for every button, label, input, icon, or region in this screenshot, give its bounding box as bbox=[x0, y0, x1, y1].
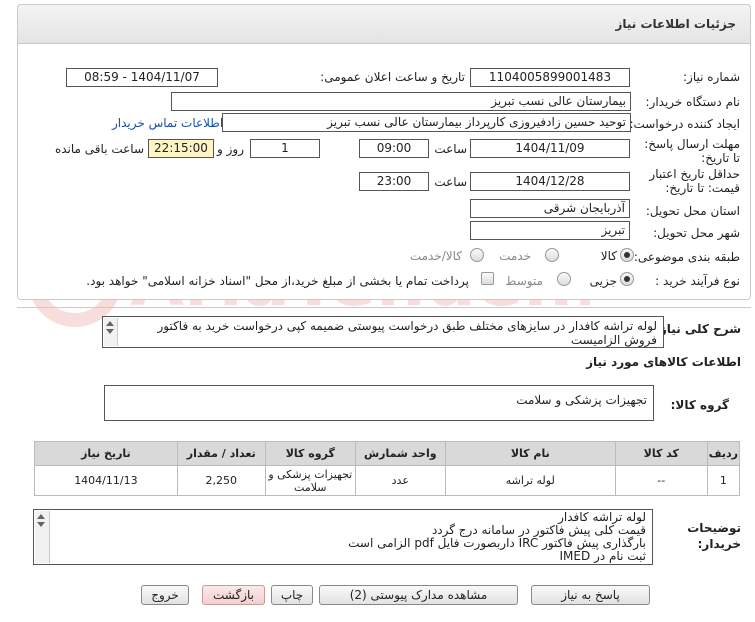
buyer-notes-textarea[interactable]: لوله تراشه کافدار قیمت کلی پیش فاکتور در… bbox=[33, 509, 653, 565]
col-header-need-date: تاریخ نیاز bbox=[34, 441, 178, 466]
goods-group-field: تجهیزات پزشکی و سلامت bbox=[104, 385, 654, 421]
cell-quantity: 2,250 bbox=[176, 465, 266, 496]
process-radio-minor[interactable] bbox=[620, 272, 634, 286]
col-header-row-number: ردیف bbox=[706, 441, 741, 466]
col-header-item-code: کد کالا bbox=[614, 441, 708, 466]
validity-label: حداقل تاریخ اعتبار قیمت: تا تاریخ: bbox=[649, 167, 740, 195]
validity-date-field: 1404/12/28 bbox=[470, 172, 630, 191]
goods-group-value: تجهیزات پزشکی و سلامت bbox=[516, 393, 647, 407]
province-label: استان محل تحویل: bbox=[645, 204, 740, 218]
treasury-payment-note: پرداخت تمام یا بخشی از مبلغ خرید،از محل … bbox=[86, 274, 469, 288]
buyer-contact-link[interactable]: اطلاعات تماس خریدار bbox=[112, 116, 223, 130]
view-attachments-button[interactable]: مشاهده مدارک پیوستی (2) bbox=[319, 585, 518, 605]
days-field: 1 bbox=[250, 139, 320, 158]
goods-section-title: اطلاعات کالاهای مورد نیاز bbox=[586, 355, 741, 369]
validity-time-label: ساعت bbox=[434, 175, 467, 189]
reply-to-need-button[interactable]: پاسخ به نیاز bbox=[531, 585, 650, 605]
deadline-time-label: ساعت bbox=[434, 142, 467, 156]
treasury-payment-checkbox[interactable] bbox=[481, 272, 494, 285]
description-textarea[interactable]: لوله تراشه کافدار در سایزهای مختلف طبق د… bbox=[102, 316, 664, 348]
buyer-note-line: ثبت نام در IMED bbox=[559, 549, 646, 563]
col-header-unit: واحد شمارش bbox=[354, 441, 446, 466]
scroll-down-icon[interactable] bbox=[106, 329, 114, 334]
buyer-notes-scrollbar[interactable] bbox=[35, 511, 50, 563]
cell-item-name: لوله تراشه bbox=[444, 465, 616, 496]
city-label: شهر محل تحویل: bbox=[653, 226, 740, 240]
category-radio-goods-service[interactable] bbox=[470, 248, 484, 262]
goods-table: ردیف کد کالا نام کالا واحد شمارش گروه کا… bbox=[34, 441, 741, 496]
scroll-down-icon[interactable] bbox=[37, 522, 45, 527]
description-text: لوله تراشه کافدار در سایزهای مختلف طبق د… bbox=[157, 319, 657, 347]
print-button[interactable]: چاپ bbox=[271, 585, 313, 605]
remaining-label: ساعت باقی مانده bbox=[54, 142, 144, 156]
cell-goods-group: تجهیزات پزشکی و سلامت bbox=[264, 465, 356, 496]
table-row: 1 -- لوله تراشه عدد تجهیزات پزشکی و سلام… bbox=[34, 465, 741, 496]
category-option-service: خدمت bbox=[499, 249, 531, 263]
need-number-label: شماره نیاز: bbox=[683, 70, 740, 84]
description-label: شرح کلی نیاز: bbox=[655, 322, 741, 336]
back-button[interactable]: بازگشت bbox=[202, 585, 265, 605]
page-title: جزئیات اطلاعات نیاز bbox=[615, 17, 736, 31]
buyer-note-line: بارگذاری پیش فاکتور IRC داربصورت فایل pd… bbox=[348, 536, 646, 550]
need-number-field: 1104005899001483 bbox=[470, 68, 630, 87]
buyer-notes-label: توضیحات خریدار: bbox=[687, 521, 741, 551]
scroll-up-icon[interactable] bbox=[37, 514, 45, 519]
validity-time-field: 23:00 bbox=[359, 172, 429, 191]
creator-field: توحید حسین زادفیروزی کارپرداز بیمارستان … bbox=[222, 113, 631, 132]
creator-label: ایجاد کننده درخواست: bbox=[629, 117, 740, 131]
category-option-goods-service: کالا/خدمت bbox=[409, 249, 462, 263]
panel-header: جزئیات اطلاعات نیاز bbox=[17, 4, 751, 44]
process-label: نوع فرآیند خرید : bbox=[655, 274, 740, 288]
category-radio-service[interactable] bbox=[545, 248, 559, 262]
days-label: روز و bbox=[217, 142, 244, 156]
cell-item-code: -- bbox=[614, 465, 708, 496]
deadline-date-field: 1404/11/09 bbox=[470, 139, 630, 158]
category-radio-goods[interactable] bbox=[620, 248, 634, 262]
deadline-time-field: 09:00 bbox=[359, 139, 429, 158]
process-option-minor: جزیی bbox=[589, 274, 617, 288]
category-option-goods: کالا bbox=[600, 249, 617, 263]
process-radio-medium[interactable] bbox=[557, 272, 571, 286]
goods-group-label: گروه کالا: bbox=[670, 398, 729, 412]
col-header-goods-group: گروه کالا bbox=[264, 441, 356, 466]
deadline-label: مهلت ارسال پاسخ: تا تاریخ: bbox=[644, 137, 740, 165]
col-header-item-name: نام کالا bbox=[444, 441, 616, 466]
col-header-quantity: تعداد / مقدار bbox=[176, 441, 266, 466]
process-option-medium: متوسط bbox=[505, 274, 543, 288]
category-label: طبقه بندی موضوعی: bbox=[633, 250, 740, 264]
scroll-up-icon[interactable] bbox=[106, 321, 114, 326]
buyer-org-label: نام دستگاه خریدار: bbox=[645, 95, 741, 109]
announce-label: تاریخ و ساعت اعلان عمومی: bbox=[320, 70, 465, 84]
announce-datetime-field: 1404/11/07 - 08:59 bbox=[66, 68, 218, 87]
city-field: تبریز bbox=[470, 221, 630, 240]
buyer-org-field: بیمارستان عالی نسب تبریز bbox=[171, 92, 631, 111]
cell-need-date: 1404/11/13 bbox=[34, 465, 178, 496]
province-field: آذربایجان شرقی bbox=[470, 199, 630, 218]
section-divider bbox=[17, 307, 751, 308]
description-scrollbar[interactable] bbox=[104, 318, 118, 346]
goods-table-header-row: ردیف کد کالا نام کالا واحد شمارش گروه کا… bbox=[34, 441, 741, 466]
cell-unit: عدد bbox=[354, 465, 446, 496]
exit-button[interactable]: خروج bbox=[141, 585, 189, 605]
cell-row-number: 1 bbox=[706, 465, 741, 496]
remaining-time-field: 22:15:00 bbox=[148, 139, 214, 158]
